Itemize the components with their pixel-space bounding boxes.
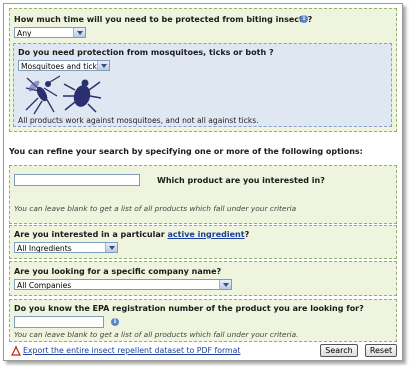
protection-note: All products work against mosquitoes, an… (18, 116, 259, 125)
epa-panel: Do you know the EPA registration number … (9, 299, 397, 342)
time-question-label: How much time will you need to be protec… (14, 15, 313, 24)
chevron-down-icon (73, 28, 85, 37)
protection-subpanel: Do you need protection from mosquitoes, … (13, 43, 392, 127)
refine-heading: You can refine your search by specifying… (9, 147, 363, 156)
protection-question-label: Do you need protection from mosquitoes, … (18, 48, 274, 57)
company-panel: Are you looking for a specific company n… (9, 261, 397, 296)
mosquito-icon (25, 75, 61, 115)
reset-button[interactable]: Reset (365, 344, 397, 357)
company-question-label: Are you looking for a specific company n… (14, 267, 222, 276)
product-note: You can leave blank to get a list of all… (14, 204, 297, 213)
protection-select[interactable]: Mosquitoes and ticks (18, 60, 110, 71)
epa-note: You can leave blank to get a list of all… (14, 330, 299, 339)
search-button[interactable]: Search (320, 344, 358, 357)
protection-select-value: Mosquitoes and ticks (21, 62, 101, 71)
ingredient-panel: Are you interested in a particular activ… (9, 225, 397, 259)
export-pdf-link[interactable]: Export the entire insect repellent datas… (23, 346, 240, 355)
chevron-down-icon (97, 61, 109, 70)
time-protection-panel: How much time will you need to be protec… (9, 8, 397, 132)
info-icon[interactable]: i (111, 318, 119, 326)
chevron-down-icon (105, 243, 117, 252)
search-form-frame: How much time will you need to be protec… (3, 3, 403, 361)
product-question-label: Which product are you interested in? (157, 176, 325, 185)
duration-select[interactable]: Any (14, 27, 86, 38)
active-ingredient-link[interactable]: active ingredient (167, 230, 244, 239)
ingredient-select[interactable]: All Ingredients (14, 242, 118, 253)
ingredient-question-text: Are you interested in a particular (14, 230, 165, 239)
product-panel: Which product are you interested in? You… (9, 165, 397, 224)
ingredient-question-label: Are you interested in a particular activ… (14, 230, 249, 239)
product-input[interactable] (14, 174, 140, 186)
tick-icon (63, 79, 102, 113)
info-icon[interactable]: i (300, 15, 308, 23)
duration-select-value: Any (17, 29, 32, 38)
ingredient-question-mark: ? (244, 230, 250, 239)
epa-number-input[interactable] (14, 316, 104, 328)
chevron-down-icon (219, 280, 231, 289)
company-select[interactable]: All Companies (14, 279, 232, 290)
pdf-icon (11, 345, 21, 356)
company-select-value: All Companies (17, 281, 72, 290)
epa-question-label: Do you know the EPA registration number … (14, 304, 364, 313)
ingredient-select-value: All Ingredients (17, 244, 72, 253)
